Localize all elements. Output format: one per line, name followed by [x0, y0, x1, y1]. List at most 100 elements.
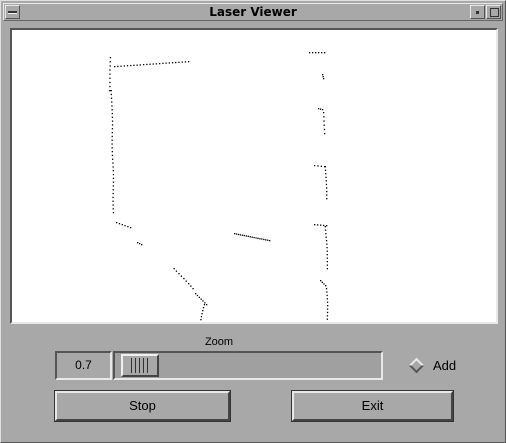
- scan-point: [190, 285, 192, 287]
- scan-point: [168, 62, 170, 64]
- stop-button[interactable]: Stop: [54, 390, 231, 422]
- scan-point: [323, 78, 325, 80]
- scan-point: [173, 268, 175, 270]
- scan-point: [318, 108, 320, 110]
- scan-point: [126, 65, 129, 67]
- scan-point: [320, 224, 322, 226]
- maximize-button[interactable]: [486, 5, 501, 19]
- scan-point: [325, 285, 327, 287]
- scan-point: [321, 281, 323, 283]
- scan-point: [320, 165, 322, 167]
- scan-point: [111, 105, 113, 107]
- scan-point: [114, 66, 116, 68]
- zoom-label: Zoom: [204, 336, 234, 348]
- scan-point: [198, 296, 200, 298]
- scan-point: [137, 242, 139, 244]
- scan-point: [109, 81, 111, 84]
- title-bar[interactable]: Laser Viewer: [3, 3, 503, 21]
- scan-point: [323, 120, 325, 122]
- scan-point: [111, 147, 113, 149]
- scan-point: [111, 139, 113, 141]
- scan-point: [130, 227, 132, 229]
- scan-point: [326, 264, 328, 266]
- scan-point: [315, 52, 317, 54]
- scan-point: [321, 52, 323, 54]
- zoom-value-field[interactable]: 0.7: [55, 351, 112, 380]
- scan-point: [162, 62, 164, 64]
- scan-point: [325, 288, 328, 290]
- scan-point: [326, 243, 328, 245]
- scan-point: [201, 313, 203, 315]
- scan-point: [326, 294, 328, 297]
- add-label: Add: [433, 358, 457, 373]
- scan-point: [111, 154, 114, 157]
- scan-point: [110, 90, 112, 92]
- zoom-slider[interactable]: [113, 351, 383, 380]
- scan-point: [183, 278, 185, 280]
- scan-point: [111, 131, 113, 134]
- scan-point: [327, 305, 329, 307]
- slider-grip-line: [138, 358, 140, 373]
- scan-point: [261, 238, 263, 240]
- scan-point: [188, 283, 190, 285]
- scan-point: [111, 109, 113, 111]
- scan-point: [111, 128, 114, 130]
- minimize-button[interactable]: [470, 5, 485, 19]
- scan-point: [123, 65, 125, 67]
- scan-point: [117, 65, 119, 68]
- scan-point: [139, 243, 141, 245]
- scan-point: [139, 64, 141, 66]
- scan-point: [112, 192, 114, 195]
- scan-point: [112, 208, 114, 210]
- scan-point: [180, 275, 182, 277]
- scan-point: [111, 101, 113, 103]
- scan-point: [143, 64, 145, 66]
- scan-point: [192, 288, 194, 290]
- scan-point: [109, 90, 111, 92]
- scan-point: [111, 151, 113, 153]
- zoom-slider-thumb[interactable]: [120, 354, 159, 377]
- scan-point: [109, 69, 111, 71]
- exit-button[interactable]: Exit: [291, 390, 454, 422]
- scan-point: [323, 224, 325, 227]
- scan-point: [181, 61, 183, 63]
- laser-scan-view[interactable]: [10, 28, 498, 324]
- scan-point: [326, 308, 329, 310]
- scan-point: [323, 124, 325, 126]
- scan-point: [259, 238, 261, 240]
- scan-point: [322, 74, 324, 76]
- scan-point: [112, 196, 114, 199]
- scan-point: [200, 298, 202, 300]
- scan-point: [112, 181, 115, 183]
- scan-point: [326, 301, 329, 303]
- scan-point: [141, 244, 143, 246]
- scan-point: [165, 62, 167, 64]
- scan-point: [324, 229, 327, 231]
- scan-point: [200, 319, 202, 321]
- scan-point: [112, 212, 115, 214]
- scan-point: [267, 239, 269, 241]
- scan-point: [257, 237, 259, 239]
- scan-point: [235, 233, 238, 235]
- scan-point: [109, 65, 111, 67]
- scan-point: [323, 112, 325, 114]
- scan-point: [133, 64, 135, 66]
- scan-point: [112, 158, 114, 160]
- scan-point: [149, 63, 151, 65]
- scan-point: [326, 261, 328, 263]
- scan-point: [188, 61, 190, 63]
- scan-point: [251, 236, 253, 238]
- scan-point: [234, 233, 236, 235]
- scan-point: [326, 311, 329, 314]
- scan-point: [314, 165, 316, 167]
- scan-point: [326, 225, 328, 227]
- scan-point: [171, 62, 174, 64]
- scan-point: [203, 304, 206, 306]
- add-diamond-indicator[interactable]: [408, 357, 425, 374]
- scan-point: [109, 73, 111, 75]
- scan-point: [324, 226, 326, 228]
- scan-point: [263, 238, 265, 241]
- slider-grip-line: [134, 358, 136, 373]
- scan-point: [200, 316, 203, 318]
- laser-scan-canvas[interactable]: [12, 30, 496, 322]
